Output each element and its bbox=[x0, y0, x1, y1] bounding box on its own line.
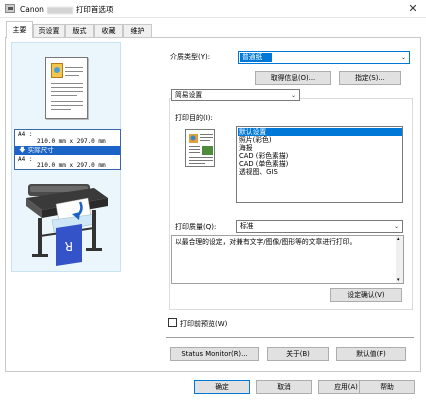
description-box: 以最合理的设定，对兼有文字/图像/图形等的文章进行打印。 bbox=[171, 235, 404, 284]
separator bbox=[166, 337, 414, 338]
printer-illustration: R bbox=[26, 184, 108, 266]
chevron-down-icon: ⌄ bbox=[393, 223, 399, 230]
defaults-button[interactable]: 默认值(F) bbox=[336, 347, 406, 361]
tab-main[interactable]: 主要 bbox=[6, 21, 33, 38]
purpose-item-cad-color[interactable]: CAD (彩色素描) bbox=[239, 152, 288, 160]
title-prefix: Canon bbox=[20, 5, 44, 14]
print-quality-label: 打印质量(Q): bbox=[175, 223, 217, 231]
printer-app-icon bbox=[5, 4, 15, 13]
description-scrollbar[interactable]: ▴ ▾ bbox=[396, 236, 403, 283]
settings-mode-select[interactable]: 简易设置 ⌄ bbox=[171, 89, 300, 101]
redacted-model-name bbox=[46, 6, 73, 14]
chevron-down-icon: ⌄ bbox=[290, 92, 296, 99]
purpose-item-poster[interactable]: 海报 bbox=[239, 144, 253, 152]
print-quality-select[interactable]: 标准 ⌄ bbox=[236, 220, 403, 233]
paper-size-value-1: 210.0 mm x 297.0 mm bbox=[37, 138, 106, 145]
preview-before-print-label: 打印前预览(W) bbox=[180, 320, 228, 328]
settings-mode-value: 简易设置 bbox=[175, 91, 203, 99]
actual-size-label: 实际尺寸 bbox=[27, 146, 54, 154]
close-button[interactable]: ✕ bbox=[404, 1, 422, 17]
document-type-icon bbox=[185, 129, 215, 167]
window-title: Canon 打印首选项 bbox=[20, 4, 113, 15]
paper-size-label-1: A4 : bbox=[18, 131, 33, 138]
purpose-item-perspective-gis[interactable]: 透视图、GIS bbox=[239, 168, 278, 176]
scroll-up-icon: ▴ bbox=[397, 236, 400, 242]
svg-text:R: R bbox=[65, 239, 73, 253]
print-quality-value: 标准 bbox=[240, 222, 254, 230]
help-button[interactable]: 帮助 bbox=[359, 380, 415, 394]
get-info-button[interactable]: 取得信息(O)... bbox=[255, 71, 331, 85]
media-type-value: 普通纸 bbox=[240, 53, 272, 62]
scroll-down-icon: ▾ bbox=[397, 277, 400, 283]
about-button[interactable]: 关于(B) bbox=[267, 347, 329, 361]
preview-before-print-checkbox[interactable] bbox=[168, 318, 177, 327]
ok-button[interactable]: 确定 bbox=[194, 380, 250, 394]
media-type-label: 介质类型(Y): bbox=[170, 53, 211, 61]
description-text: 以最合理的设定，对兼有文字/图像/图形等的文章进行打印。 bbox=[175, 238, 357, 246]
status-monitor-button[interactable]: Status Monitor(R)... bbox=[170, 347, 259, 361]
down-arrow-icon: 🡇 bbox=[19, 146, 28, 154]
purpose-item-cad-mono[interactable]: CAD (单色素描) bbox=[239, 160, 288, 168]
tab-page-setup[interactable]: 页设置 bbox=[33, 24, 65, 38]
chevron-down-icon: ⌄ bbox=[400, 54, 406, 61]
purpose-item-photo[interactable]: 照片(彩色) bbox=[239, 136, 272, 144]
tab-layout[interactable]: 版式 bbox=[65, 24, 94, 38]
media-type-select[interactable]: 普通纸 ⌄ bbox=[238, 51, 410, 64]
title-suffix: 打印首选项 bbox=[75, 5, 114, 14]
actual-size-bar: 🡇 实际尺寸 bbox=[15, 146, 120, 155]
confirm-settings-button[interactable]: 设定确认(V) bbox=[330, 288, 402, 302]
tab-favorites[interactable]: 收藏 bbox=[94, 24, 123, 38]
paper-size-label-2: A4 : bbox=[18, 156, 33, 163]
specify-button[interactable]: 指定(S)... bbox=[339, 71, 401, 85]
cancel-button[interactable]: 取消 bbox=[256, 380, 312, 394]
thumbnail-image-icon bbox=[51, 63, 63, 78]
tab-maintenance[interactable]: 维护 bbox=[123, 24, 152, 38]
purpose-item-default[interactable]: 默认设置 bbox=[238, 128, 402, 136]
paper-size-value-2: 210.0 mm x 297.0 mm bbox=[37, 162, 106, 169]
print-purpose-label: 打印目的(I): bbox=[175, 114, 213, 122]
print-purpose-list[interactable]: 默认设置 照片(彩色) 海报 CAD (彩色素描) CAD (单色素描) 透视图… bbox=[236, 126, 403, 203]
